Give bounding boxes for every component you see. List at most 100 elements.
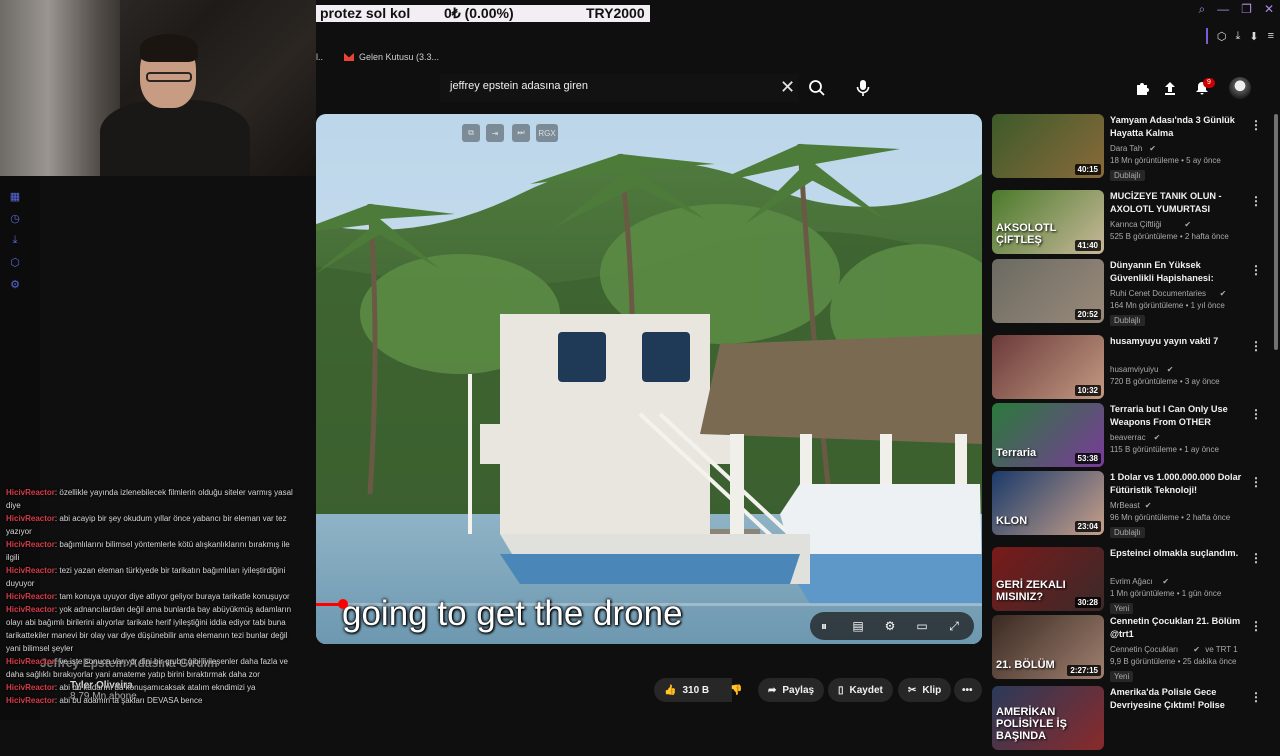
recommendation-title[interactable]: Yamyam Adası'nda 3 Günlük Hayatta Kalma <box>1110 114 1244 140</box>
video-progress-bar[interactable] <box>316 599 982 609</box>
recommendation-channel[interactable]: Cennetin Çocukları <box>1110 645 1178 654</box>
share-button[interactable]: ➦ Paylaş <box>758 678 825 702</box>
more-options-icon[interactable]: ⋮ <box>1250 690 1262 704</box>
more-actions-button[interactable]: ••• <box>954 678 982 702</box>
miniplayer-icon[interactable]: ⧉ <box>462 124 480 142</box>
search-icon[interactable]: ⌕ <box>1198 2 1205 17</box>
save-button[interactable]: ▯ Kaydet <box>828 678 893 702</box>
close-icon[interactable]: ✕ <box>1264 2 1274 17</box>
video-thumbnail[interactable]: AMERİKAN POLİSİYLE İŞ BAŞINDA <box>992 686 1104 750</box>
more-options-icon[interactable]: ⋮ <box>1250 263 1262 277</box>
thumb-down-icon: 👎 <box>730 684 743 696</box>
recommendation-item[interactable]: 20:52 Dünyanın En Yüksek Güvenlikli Hapis… <box>992 259 1262 329</box>
extension-puzzle-icon[interactable] <box>1130 76 1154 100</box>
more-options-icon[interactable]: ⋮ <box>1250 407 1262 421</box>
video-thumbnail[interactable]: GERİ ZEKALI MISINIZ? 30:28 <box>992 547 1104 611</box>
recommendation-title[interactable]: MUCİZEYE TANIK OLUN - AXOLOTL YUMURTASI <box>1110 190 1244 216</box>
search-button[interactable] <box>798 74 836 102</box>
video-thumbnail[interactable]: 40:15 <box>992 114 1104 178</box>
chat-username[interactable]: HicivReactor <box>6 514 55 523</box>
recommendation-title[interactable]: Cennetin Çocukları 21. Bölüm @trt1 <box>1110 615 1244 641</box>
recommendation-title[interactable]: Dünyanın En Yüksek Güvenlikli Hapishanes… <box>1110 259 1244 286</box>
more-options-icon[interactable]: ⋮ <box>1250 339 1262 353</box>
chat-username[interactable]: HicivReactor <box>6 592 55 601</box>
chat-username[interactable]: HicivReactor <box>6 605 55 614</box>
chat-message: HicivReactor: ve işte sonuca varıyor din… <box>0 655 300 681</box>
chat-username[interactable]: HicivReactor <box>6 540 55 549</box>
video-thumbnail[interactable]: 21. BÖLÜM 2:27:15 <box>992 615 1104 679</box>
scrollbar[interactable] <box>1274 114 1278 350</box>
recommendation-item[interactable]: KLON 23:04 1 Dolar vs 1.000.000.000 Dolar … <box>992 471 1262 541</box>
chat-username[interactable]: HicivReactor <box>6 696 55 705</box>
avatar[interactable] <box>1228 76 1252 100</box>
video-thumbnail[interactable]: AKSOLOTL ÇİFTLEŞ 41:40 <box>992 190 1104 254</box>
more-options-icon[interactable]: ⋮ <box>1250 619 1262 633</box>
recommendation-item[interactable]: 10:32 husamyuyu yayın vakti 7 husamviyuiyu… <box>992 335 1262 405</box>
extensions-icon[interactable]: ⬡ <box>1217 30 1227 43</box>
thumb-up-icon: 👍 <box>664 684 677 696</box>
search-box[interactable]: jeffrey epstein adasına giren ✕ <box>440 74 798 102</box>
chat-username[interactable]: HicivReactor <box>6 657 55 666</box>
video-actions: 👍 310 B 👎 ➦ Paylaş ▯ Kaydet ✂ Klip ••• <box>654 678 984 702</box>
subtitles-icon[interactable]: ▤ <box>850 618 866 634</box>
upload-icon[interactable] <box>1158 76 1182 100</box>
chat-username[interactable]: HicivReactor <box>6 566 55 575</box>
bookmark-prefix[interactable]: l.. <box>316 52 323 62</box>
search-input[interactable]: jeffrey epstein adasına giren <box>450 80 588 92</box>
recommendation-channel[interactable]: Evrim Ağacı <box>1110 577 1153 586</box>
recommendation-title[interactable]: Epsteinci olmakla suçlandım. <box>1110 547 1244 560</box>
fullscreen-icon[interactable]: ⤢ <box>946 618 962 634</box>
recommendation-channel[interactable]: Karınca Çiftliği <box>1110 220 1162 229</box>
pause-icon[interactable]: ⏸ <box>816 618 832 634</box>
recommendation-item[interactable]: GERİ ZEKALI MISINIZ? 30:28 Epsteinci olmak… <box>992 547 1262 617</box>
miniplayer-icon[interactable]: ▭ <box>914 618 930 634</box>
downloads-icon[interactable]: ⤓ <box>9 234 21 246</box>
dislike-button[interactable]: 👎 <box>720 678 756 702</box>
recommendation-title[interactable]: Terraria but I Can Only Use Weapons From… <box>1110 403 1244 430</box>
history-icon[interactable]: ◷ <box>9 212 21 225</box>
extension-icon[interactable]: ⬡ <box>9 256 21 269</box>
video-thumbnail[interactable]: KLON 23:04 <box>992 471 1104 535</box>
next-icon[interactable]: ⏭ <box>512 124 530 142</box>
recommendation-channel[interactable]: Ruhi Cenet Documentaries <box>1110 289 1206 298</box>
clip-button[interactable]: ✂ Klip <box>898 678 952 702</box>
recommendation-channel[interactable]: husamviyuiyu <box>1110 365 1158 374</box>
rgx-toggle[interactable]: RGX <box>536 124 558 142</box>
recommendation-channel-extra[interactable]: ve TRT 1 <box>1205 645 1237 654</box>
recommendation-channel[interactable]: Dara Tah <box>1110 144 1142 153</box>
recommendation-title[interactable]: 1 Dolar vs 1.000.000.000 Dolar Fütüristi… <box>1110 471 1244 497</box>
recommendation-channel[interactable]: beaverrac <box>1110 433 1146 442</box>
voice-search-button[interactable] <box>848 74 878 102</box>
minimize-icon[interactable]: — <box>1217 2 1229 17</box>
theater-icon[interactable]: ⇥ <box>486 124 504 142</box>
download-icon[interactable]: ⤓ <box>1235 30 1240 43</box>
grid-icon[interactable]: ▦ <box>9 190 21 203</box>
recommendation-title[interactable]: husamyuyu yayın vakti 7 <box>1110 335 1244 348</box>
progress-scrubber[interactable] <box>337 599 348 609</box>
more-options-icon[interactable]: ⋮ <box>1250 194 1262 208</box>
bookmark-gmail[interactable]: Gelen Kutusu (3.3... <box>359 52 439 62</box>
recommendation-item[interactable]: 21. BÖLÜM 2:27:15 Cennetin Çocukları 21. B… <box>992 615 1262 685</box>
menu-icon[interactable]: ≡ <box>1268 30 1274 42</box>
recommendation-item[interactable]: Terraria 53:38 Terraria but I Can Only Use… <box>992 403 1262 473</box>
clear-search-icon[interactable]: ✕ <box>780 77 795 98</box>
chat-username[interactable]: HicivReactor <box>6 683 55 692</box>
recommendation-item[interactable]: 40:15 Yamyam Adası'nda 3 Günlük Hayatta K… <box>992 114 1262 184</box>
video-thumbnail[interactable]: 10:32 <box>992 335 1104 399</box>
restore-icon[interactable]: ❐ <box>1241 2 1252 17</box>
recommendation-item[interactable]: AMERİKAN POLİSİYLE İŞ BAŞINDA Amerika'da … <box>992 686 1262 756</box>
recommendation-item[interactable]: AKSOLOTL ÇİFTLEŞ 41:40 MUCİZEYE TANIK OLUN… <box>992 190 1262 260</box>
video-thumbnail[interactable]: Terraria 53:38 <box>992 403 1104 467</box>
more-options-icon[interactable]: ⋮ <box>1250 551 1262 565</box>
video-thumbnail[interactable]: 20:52 <box>992 259 1104 323</box>
chat-username[interactable]: HicivReactor <box>6 488 55 497</box>
video-player[interactable]: ⧉ ⇥ ⏭ RGX <box>316 114 982 644</box>
settings-gear-icon[interactable]: ⚙ <box>9 278 21 291</box>
recommendation-title[interactable]: Amerika'da Polisle Gece Devriyesine Çıkt… <box>1110 686 1244 713</box>
download-tray-icon[interactable]: ⬇ <box>1249 30 1258 43</box>
recommendation-channel[interactable]: MrBeast <box>1110 501 1140 510</box>
more-options-icon[interactable]: ⋮ <box>1250 475 1262 489</box>
more-options-icon[interactable]: ⋮ <box>1250 118 1262 132</box>
settings-icon[interactable]: ⚙ <box>882 618 898 634</box>
duration-badge: 23:04 <box>1074 521 1101 532</box>
